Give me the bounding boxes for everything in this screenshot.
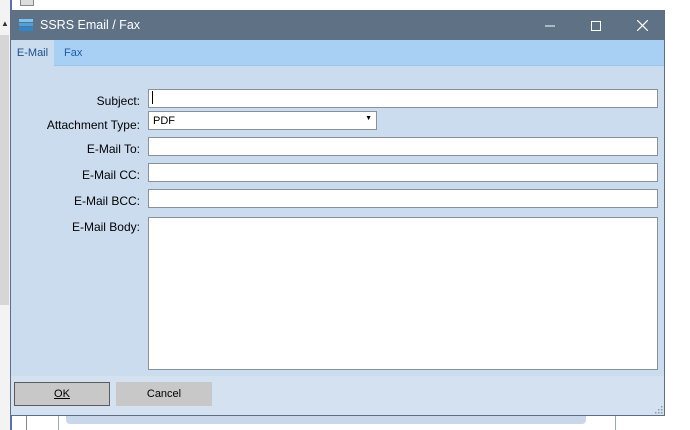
email-cc-label: E-Mail CC:: [81, 168, 140, 182]
button-bar: OK Cancel: [11, 376, 664, 415]
envelope-stack-icon: [19, 19, 33, 31]
attachment-type-select[interactable]: PDF ▼: [148, 111, 377, 130]
scroll-up-arrow-icon[interactable]: ▲: [1, 20, 9, 28]
cancel-button[interactable]: Cancel: [116, 382, 212, 406]
minimize-button[interactable]: [527, 11, 573, 40]
background-toolbar-icon: [20, 0, 34, 6]
email-body-label: E-Mail Body:: [71, 220, 140, 234]
maximize-button[interactable]: [573, 11, 619, 40]
attachment-type-value: PDF: [153, 115, 175, 127]
background-divider: [26, 416, 27, 430]
ok-button[interactable]: OK: [14, 382, 110, 406]
background-app-top: [12, 0, 690, 10]
ok-button-label: OK: [54, 388, 70, 400]
close-icon: [636, 20, 648, 31]
tab-email[interactable]: E-Mail: [11, 40, 54, 66]
text-cursor: [152, 91, 153, 104]
email-to-label: E-Mail To:: [86, 142, 140, 156]
email-body-textarea[interactable]: [148, 217, 658, 370]
subject-input[interactable]: [148, 89, 658, 108]
email-cc-input[interactable]: [148, 163, 658, 182]
close-button[interactable]: [619, 11, 665, 40]
attachment-type-label: Attachment Type:: [46, 118, 140, 132]
subject-label: Subject:: [96, 94, 140, 108]
maximize-icon: [591, 20, 601, 31]
title-bar[interactable]: SSRS Email / Fax: [11, 11, 664, 40]
email-bcc-input[interactable]: [148, 189, 658, 208]
ssrs-email-fax-dialog: SSRS Email / Fax E-Mail Fax Subject: Att…: [10, 10, 665, 416]
window-title: SSRS Email / Fax: [40, 18, 141, 32]
tab-fax[interactable]: Fax: [64, 40, 82, 66]
background-panel-fill: [66, 416, 586, 424]
chevron-down-icon[interactable]: ▼: [365, 115, 372, 122]
tab-strip: E-Mail Fax: [11, 40, 664, 66]
email-to-input[interactable]: [148, 137, 658, 156]
minimize-icon: [545, 25, 555, 26]
email-form: Subject: Attachment Type: PDF ▼ E-Mail T…: [11, 66, 664, 376]
email-bcc-label: E-Mail BCC:: [73, 194, 140, 208]
resize-grip-icon[interactable]: [655, 406, 663, 414]
